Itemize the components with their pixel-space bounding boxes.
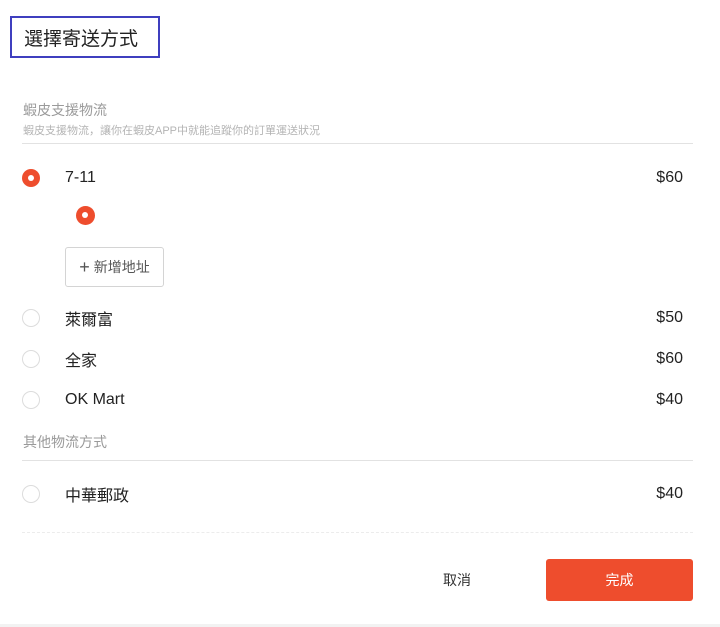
radio-button-selected[interactable] [22, 169, 40, 187]
shipping-option-post[interactable]: 中華郵政 $40 [22, 483, 683, 505]
option-name: 中華郵政 [65, 488, 130, 505]
cancel-button[interactable]: 取消 [414, 560, 500, 600]
shipping-option-okmart[interactable]: OK Mart $40 [22, 389, 683, 411]
option-name: 7-11 [65, 169, 96, 186]
option-name: 萊爾富 [65, 312, 114, 329]
option-price: $60 [656, 350, 683, 367]
radio-button[interactable] [22, 309, 40, 327]
dialog-title: 選擇寄送方式 [10, 16, 160, 58]
add-address-label: 新增地址 [93, 259, 150, 275]
dialog-title-text: 選擇寄送方式 [24, 28, 139, 50]
store-select-radio[interactable] [76, 206, 95, 225]
shipping-option-711[interactable]: 7-11 $60 [22, 167, 683, 189]
shipping-option-hilife[interactable]: 萊爾富 $50 [22, 307, 683, 329]
add-address-button[interactable]: + 新增地址 [65, 247, 164, 287]
option-price: $40 [656, 391, 683, 408]
done-button[interactable]: 完成 [546, 559, 693, 601]
option-name: 全家 [65, 353, 98, 370]
radio-button[interactable] [22, 485, 40, 503]
shopee-logistics-subheading: 蝦皮支援物流，讓你在蝦皮APP中就能追蹤你的訂單運送狀況 [23, 125, 321, 137]
option-price: $50 [656, 309, 683, 326]
section-divider [22, 460, 693, 461]
section-divider [22, 143, 693, 144]
plus-icon: + [79, 257, 90, 277]
option-price: $60 [656, 169, 683, 186]
shipping-option-familymart[interactable]: 全家 $60 [22, 348, 683, 370]
shopee-logistics-heading: 蝦皮支援物流 [23, 102, 107, 118]
radio-button[interactable] [22, 391, 40, 409]
footer-divider [22, 532, 693, 533]
option-price: $40 [656, 485, 683, 502]
option-name: OK Mart [65, 391, 125, 408]
radio-button[interactable] [22, 350, 40, 368]
other-logistics-heading: 其他物流方式 [23, 434, 107, 450]
